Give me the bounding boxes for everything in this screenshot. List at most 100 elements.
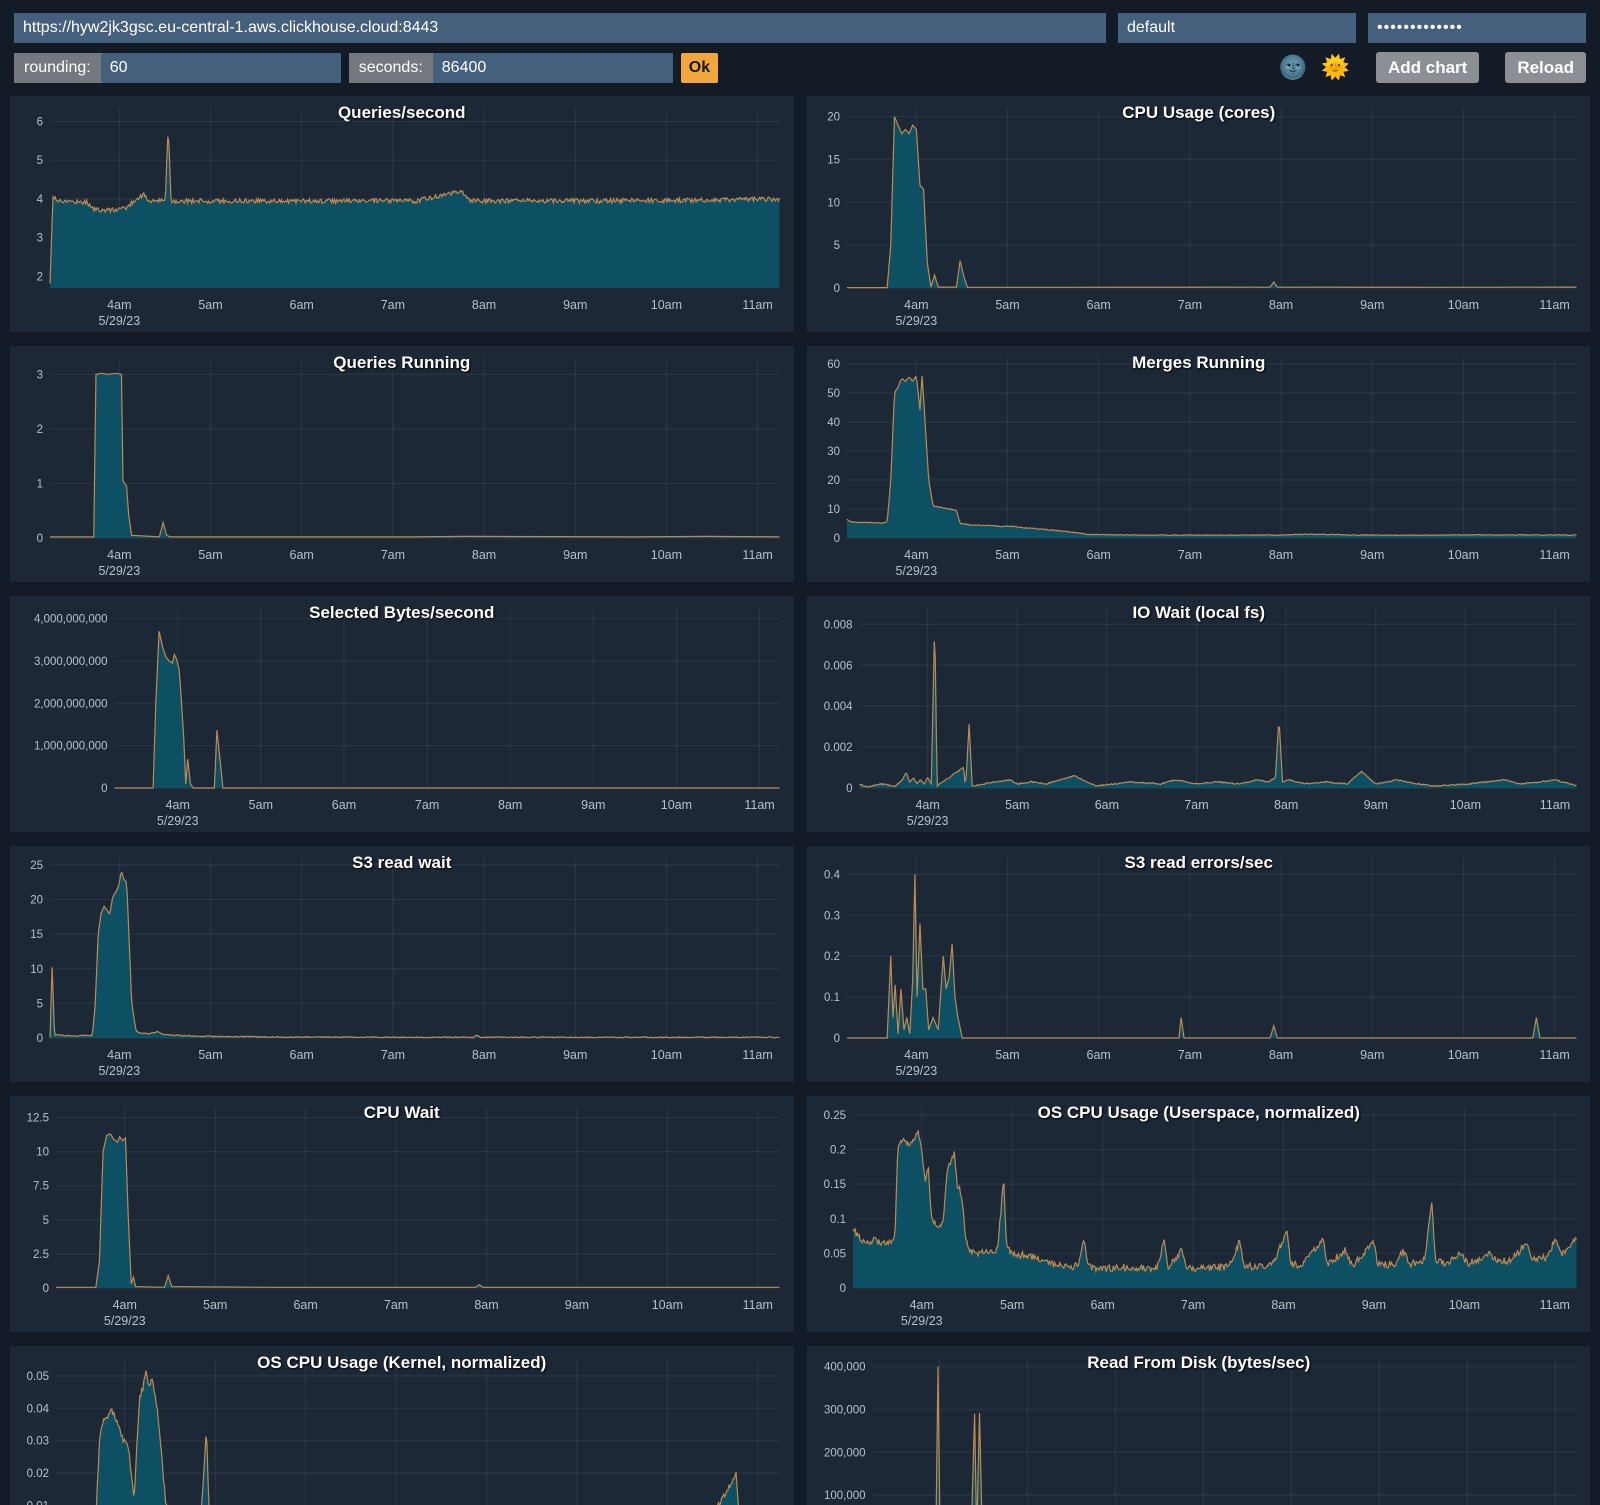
- svg-text:7am: 7am: [1177, 1048, 1201, 1062]
- chart-title: Queries/second: [338, 103, 466, 122]
- svg-text:9am: 9am: [563, 298, 587, 312]
- svg-text:10am: 10am: [651, 548, 682, 562]
- svg-text:15: 15: [827, 154, 840, 166]
- svg-text:6am: 6am: [332, 798, 356, 812]
- svg-text:8am: 8am: [474, 1298, 498, 1312]
- svg-text:9am: 9am: [1361, 1298, 1385, 1312]
- svg-text:3,000,000,000: 3,000,000,000: [34, 656, 108, 668]
- svg-text:4am: 4am: [904, 1048, 928, 1062]
- light-theme-sun-icon[interactable]: 🌞: [1321, 56, 1350, 79]
- svg-text:7am: 7am: [415, 798, 439, 812]
- password-input[interactable]: [1368, 13, 1586, 43]
- svg-text:4am: 4am: [915, 798, 939, 812]
- svg-text:0: 0: [43, 1283, 49, 1295]
- right-tools: 🌚 🌞 Add chart Reload: [1265, 52, 1586, 83]
- svg-text:0.4: 0.4: [824, 869, 841, 881]
- svg-text:5: 5: [37, 998, 43, 1010]
- svg-text:7am: 7am: [381, 1048, 405, 1062]
- seconds-input[interactable]: [433, 53, 673, 83]
- chart-title: CPU Usage (cores): [1122, 103, 1275, 122]
- svg-text:11am: 11am: [742, 1048, 772, 1062]
- svg-text:11am: 11am: [742, 548, 772, 562]
- username-input[interactable]: [1118, 13, 1356, 43]
- svg-text:11am: 11am: [1539, 1048, 1569, 1062]
- svg-text:5am: 5am: [198, 1048, 222, 1062]
- svg-text:0.04: 0.04: [27, 1403, 50, 1415]
- svg-text:5/29/23: 5/29/23: [906, 814, 948, 828]
- svg-text:5am: 5am: [995, 548, 1019, 562]
- dark-theme-moon-icon[interactable]: 🌚: [1279, 56, 1308, 79]
- rounding-input[interactable]: [101, 53, 341, 83]
- svg-text:25: 25: [30, 860, 43, 872]
- svg-text:7am: 7am: [1177, 548, 1201, 562]
- chart-canvas[interactable]: 0100,000200,000300,000400,0004am5am6am7a…: [807, 1346, 1591, 1505]
- svg-text:8am: 8am: [1268, 1048, 1292, 1062]
- svg-text:2.5: 2.5: [33, 1249, 49, 1261]
- svg-text:400,000: 400,000: [823, 1362, 865, 1374]
- svg-text:9am: 9am: [1360, 298, 1384, 312]
- svg-text:5/29/23: 5/29/23: [98, 564, 140, 578]
- svg-text:0: 0: [37, 533, 43, 545]
- svg-text:0.2: 0.2: [830, 1145, 846, 1157]
- connection-toolbar: [0, 0, 1600, 49]
- svg-text:4am: 4am: [113, 1298, 137, 1312]
- svg-text:15: 15: [30, 929, 43, 941]
- svg-text:0.15: 0.15: [823, 1179, 845, 1191]
- chart-canvas[interactable]: 00.010.020.030.040.054am5am6am7am8am9am1…: [10, 1346, 794, 1505]
- ok-button[interactable]: Ok: [681, 53, 718, 83]
- svg-text:10am: 10am: [651, 1048, 682, 1062]
- svg-text:0.004: 0.004: [823, 701, 852, 713]
- svg-text:11am: 11am: [744, 798, 774, 812]
- svg-text:6am: 6am: [290, 298, 314, 312]
- svg-text:200,000: 200,000: [823, 1447, 865, 1459]
- svg-text:5am: 5am: [995, 1048, 1019, 1062]
- svg-text:9am: 9am: [1360, 548, 1384, 562]
- chart-title: OS CPU Usage (Kernel, normalized): [257, 1353, 546, 1372]
- svg-text:9am: 9am: [581, 798, 605, 812]
- svg-text:20: 20: [827, 112, 840, 124]
- chart-title: Selected Bytes/second: [309, 603, 494, 622]
- svg-text:4am: 4am: [166, 798, 190, 812]
- svg-text:0.1: 0.1: [824, 992, 840, 1004]
- chart-canvas[interactable]: 01234am5am6am7am8am9am10am11am5/29/23Que…: [10, 346, 794, 582]
- svg-text:50: 50: [827, 388, 840, 400]
- svg-text:11am: 11am: [742, 298, 772, 312]
- svg-text:10am: 10am: [1447, 548, 1478, 562]
- svg-text:40: 40: [827, 417, 840, 429]
- rounding-label: rounding:: [14, 53, 101, 83]
- svg-text:4am: 4am: [904, 548, 928, 562]
- svg-text:11am: 11am: [1539, 298, 1569, 312]
- svg-text:11am: 11am: [1539, 798, 1569, 812]
- svg-text:2: 2: [37, 424, 43, 436]
- svg-text:4am: 4am: [909, 1298, 933, 1312]
- svg-text:10am: 10am: [1449, 798, 1480, 812]
- svg-text:5/29/23: 5/29/23: [98, 1064, 140, 1078]
- chart-title: S3 read wait: [352, 853, 452, 872]
- reload-button[interactable]: Reload: [1505, 52, 1586, 83]
- chart-canvas[interactable]: 00.0020.0040.0060.0084am5am6am7am8am9am1…: [807, 596, 1591, 832]
- chart-canvas[interactable]: 234564am5am6am7am8am9am10am11am5/29/23Qu…: [10, 96, 794, 332]
- svg-text:300,000: 300,000: [823, 1404, 865, 1416]
- svg-text:2: 2: [37, 271, 43, 283]
- chart-canvas[interactable]: 051015204am5am6am7am8am9am10am11am5/29/2…: [807, 96, 1591, 332]
- add-chart-button[interactable]: Add chart: [1376, 52, 1479, 83]
- chart-canvas[interactable]: 00.050.10.150.20.254am5am6am7am8am9am10a…: [807, 1096, 1591, 1332]
- chart-title: CPU Wait: [364, 1103, 440, 1122]
- chart-canvas[interactable]: 02.557.51012.54am5am6am7am8am9am10am11am…: [10, 1096, 794, 1332]
- svg-text:6am: 6am: [1090, 1298, 1114, 1312]
- svg-text:5: 5: [37, 155, 43, 167]
- chart-canvas[interactable]: 01020304050604am5am6am7am8am9am10am11am5…: [807, 346, 1591, 582]
- chart-canvas[interactable]: 01,000,000,0002,000,000,0003,000,000,000…: [10, 596, 794, 832]
- chart-title: S3 read errors/sec: [1124, 853, 1272, 872]
- svg-text:20: 20: [30, 895, 43, 907]
- chart-canvas[interactable]: 05101520254am5am6am7am8am9am10am11am5/29…: [10, 846, 794, 1082]
- svg-text:20: 20: [827, 475, 840, 487]
- svg-text:10am: 10am: [651, 298, 682, 312]
- chart-title: OS CPU Usage (Userspace, normalized): [1037, 1103, 1359, 1122]
- svg-text:10: 10: [827, 504, 840, 516]
- svg-text:7.5: 7.5: [33, 1181, 49, 1193]
- server-url-input[interactable]: [14, 13, 1106, 43]
- svg-text:60: 60: [827, 359, 840, 371]
- svg-text:7am: 7am: [1180, 1298, 1204, 1312]
- chart-canvas[interactable]: 00.10.20.30.44am5am6am7am8am9am10am11am5…: [807, 846, 1591, 1082]
